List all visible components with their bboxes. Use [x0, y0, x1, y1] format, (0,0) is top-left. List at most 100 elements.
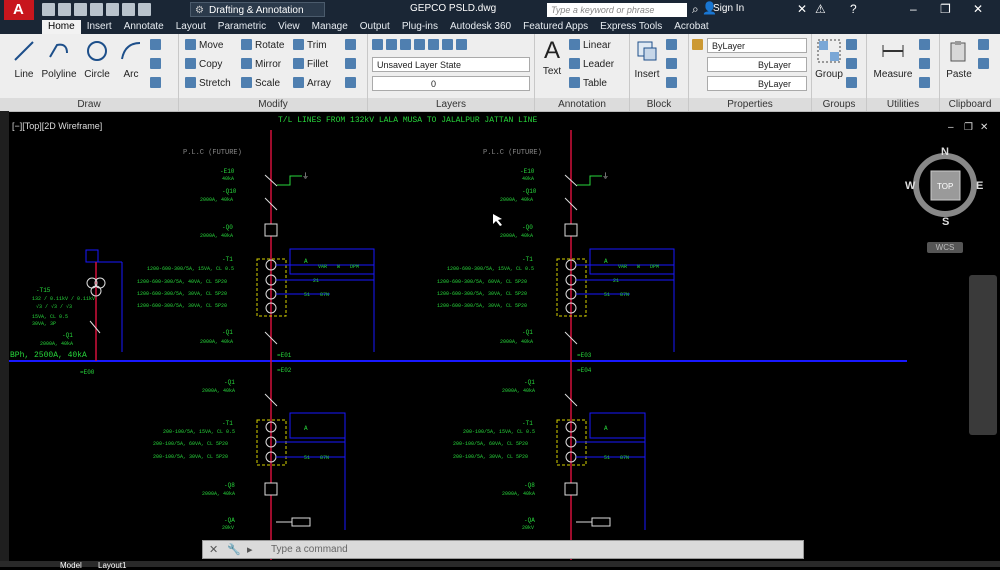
- new-icon[interactable]: [42, 3, 55, 16]
- scale-button[interactable]: Scale: [241, 77, 280, 91]
- linetype-dropdown[interactable]: ByLayer: [707, 57, 807, 72]
- lineweight-dropdown[interactable]: ByLayer: [707, 76, 807, 91]
- rotate-button[interactable]: Rotate: [241, 39, 284, 53]
- tab-express-tools[interactable]: Express Tools: [594, 20, 668, 34]
- redo-icon[interactable]: [138, 3, 151, 16]
- modify-panel-title[interactable]: Modify: [179, 98, 367, 111]
- fillet-button[interactable]: Fillet: [293, 58, 328, 72]
- array-button[interactable]: Array: [293, 77, 331, 91]
- wcs-menu[interactable]: WCS: [927, 242, 963, 253]
- autodesk-a360-icon[interactable]: ⚠: [815, 2, 826, 16]
- trim-button[interactable]: Trim: [293, 39, 327, 53]
- insert-block-button[interactable]: Insert: [632, 39, 662, 80]
- measure-button[interactable]: Measure: [871, 39, 915, 80]
- undo-icon[interactable]: [122, 3, 135, 16]
- offset-button[interactable]: [345, 77, 359, 91]
- quick-select-button[interactable]: [919, 39, 933, 53]
- open-icon[interactable]: [58, 3, 71, 16]
- table-button[interactable]: Table: [569, 77, 607, 91]
- stretch-button[interactable]: Stretch: [185, 77, 231, 91]
- tab-plug-ins[interactable]: Plug-ins: [396, 20, 444, 34]
- application-menu-button[interactable]: A: [4, 0, 34, 20]
- tab-annotate[interactable]: Annotate: [118, 20, 170, 34]
- draw-panel-title[interactable]: Draw: [0, 98, 178, 111]
- recent-commands-icon[interactable]: ▸: [247, 543, 253, 556]
- navigation-bar[interactable]: [969, 275, 997, 435]
- color-dropdown[interactable]: ByLayer: [707, 38, 807, 53]
- drawing-canvas[interactable]: T/L LINES FROM 132kV LALA MUSA TO JALALP…: [9, 111, 969, 561]
- utilities-panel-title[interactable]: Utilities: [867, 98, 939, 111]
- cut-button[interactable]: [978, 39, 992, 53]
- polyline-button[interactable]: Polyline: [38, 39, 80, 80]
- point-id-button[interactable]: [919, 77, 933, 91]
- customize-icon[interactable]: 🔧: [227, 543, 241, 556]
- block-panel-title[interactable]: Block: [630, 98, 688, 111]
- workspace-switcher[interactable]: Drafting & Annotation: [190, 2, 325, 18]
- restore-icon[interactable]: ❐: [940, 2, 951, 16]
- edit-block-button[interactable]: [666, 58, 680, 72]
- layers-panel-title[interactable]: Layers: [368, 98, 534, 111]
- copy-clip-button[interactable]: [978, 58, 992, 72]
- rectangle-button[interactable]: [150, 39, 164, 53]
- calculator-button[interactable]: [919, 58, 933, 72]
- help-icon[interactable]: ?: [850, 2, 857, 16]
- tab-featured-apps[interactable]: Featured Apps: [517, 20, 594, 34]
- model-tab[interactable]: Model: [60, 561, 82, 570]
- tab-home[interactable]: Home: [42, 20, 81, 34]
- clipboard-panel-title[interactable]: Clipboard: [940, 98, 1000, 111]
- group-selection-button[interactable]: [846, 77, 860, 91]
- sign-in-button[interactable]: Sign In: [713, 3, 744, 14]
- properties-panel-title[interactable]: Properties: [689, 98, 811, 111]
- paste-button[interactable]: Paste: [944, 39, 974, 80]
- circle-button[interactable]: Circle: [80, 39, 114, 80]
- binoculars-icon[interactable]: ⌕: [692, 2, 699, 17]
- layer-dropdown[interactable]: 0: [372, 76, 530, 91]
- annotation-panel-title[interactable]: Annotation: [535, 98, 629, 111]
- erase-button[interactable]: [345, 39, 359, 53]
- hatch-button[interactable]: [150, 58, 164, 72]
- arc-button[interactable]: Arc: [114, 39, 148, 80]
- tab-manage[interactable]: Manage: [306, 20, 354, 34]
- layout1-tab[interactable]: Layout1: [98, 561, 126, 570]
- save-as-icon[interactable]: [90, 3, 103, 16]
- command-input[interactable]: Type a command: [271, 544, 348, 555]
- tab-parametric[interactable]: Parametric: [212, 20, 272, 34]
- viewcube[interactable]: TOP N S E W: [905, 143, 987, 231]
- tab-output[interactable]: Output: [354, 20, 396, 34]
- exchange-icon[interactable]: ✕: [797, 2, 807, 16]
- ungroup-button[interactable]: [846, 39, 860, 53]
- explode-button[interactable]: [345, 58, 359, 72]
- command-line[interactable]: ✕ 🔧 ▸ Type a command: [202, 540, 804, 559]
- print-icon[interactable]: [106, 3, 119, 16]
- group-button[interactable]: Group: [814, 39, 844, 80]
- linear-dimension-button[interactable]: Linear: [569, 39, 611, 53]
- match-properties-button[interactable]: [692, 39, 706, 53]
- tab-acrobat[interactable]: Acrobat: [668, 20, 714, 34]
- text-button[interactable]: A Text: [537, 39, 567, 78]
- viewport-close-icon[interactable]: ✕: [980, 122, 988, 133]
- tab-autodesk-360[interactable]: Autodesk 360: [444, 20, 517, 34]
- mirror-button[interactable]: Mirror: [241, 58, 281, 72]
- layer-state-dropdown[interactable]: Unsaved Layer State: [372, 57, 530, 72]
- compass-north[interactable]: N: [941, 146, 949, 158]
- tab-insert[interactable]: Insert: [81, 20, 118, 34]
- line-button[interactable]: Line: [6, 39, 42, 80]
- minimize-icon[interactable]: –: [910, 2, 917, 16]
- layer-tools-row[interactable]: [372, 39, 470, 53]
- group-edit-button[interactable]: [846, 58, 860, 72]
- compass-east[interactable]: E: [976, 180, 983, 192]
- compass-west[interactable]: W: [905, 180, 916, 192]
- compass-south[interactable]: S: [942, 216, 949, 228]
- close-icon[interactable]: ✕: [973, 2, 983, 16]
- edit-attributes-button[interactable]: [666, 77, 680, 91]
- close-command-line-icon[interactable]: ✕: [209, 543, 218, 556]
- tab-view[interactable]: View: [272, 20, 306, 34]
- boundary-button[interactable]: [150, 77, 164, 91]
- copy-button[interactable]: Copy: [185, 58, 222, 72]
- search-input[interactable]: Type a keyword or phrase: [547, 3, 687, 17]
- tab-layout[interactable]: Layout: [170, 20, 212, 34]
- leader-button[interactable]: Leader: [569, 58, 614, 72]
- create-block-button[interactable]: [666, 39, 680, 53]
- save-icon[interactable]: [74, 3, 87, 16]
- groups-panel-title[interactable]: Groups: [812, 98, 866, 111]
